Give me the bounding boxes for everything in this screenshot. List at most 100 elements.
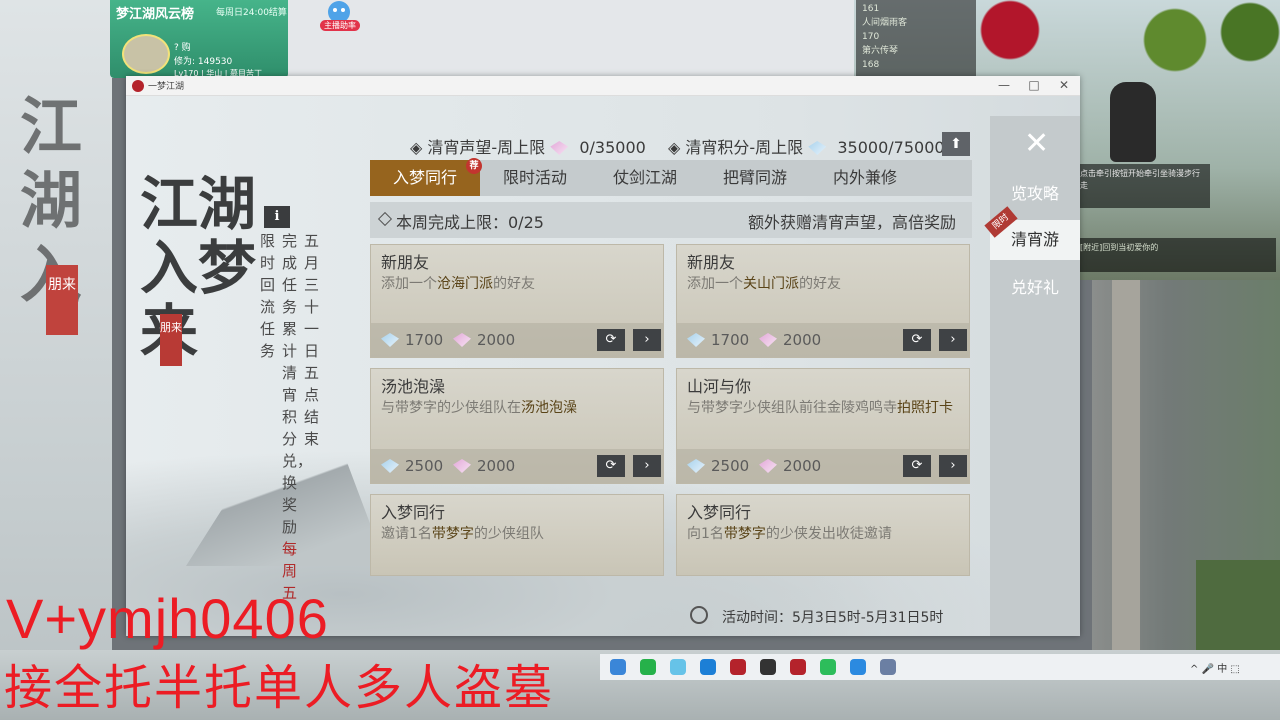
chat-line: [附近]回到当初爱你的	[1080, 243, 1159, 252]
hint-line: 点击牵引按钮开始牵引坐骑漫步行	[1080, 169, 1200, 178]
maximize-button[interactable]: □	[1026, 78, 1042, 92]
refresh-icon[interactable]: ⟳	[903, 455, 931, 477]
points-stat: ◈ 清宵积分-周上限 35000/75000	[668, 134, 945, 158]
rules-column-2: 完成任务累计清宵积分兑，换奖励每周五	[282, 230, 312, 604]
desc-highlight: 带梦字	[723, 526, 766, 542]
webcam-field	[1196, 560, 1280, 660]
tab-travel-together[interactable]: 把臂同游	[700, 160, 810, 196]
app-icon[interactable]	[700, 659, 716, 675]
nav-redeem-gifts[interactable]: 兑好礼	[990, 268, 1080, 308]
app-icon[interactable]	[670, 659, 686, 675]
task-card: 入梦同行 邀请1名带梦字的少侠组队	[370, 494, 664, 576]
minimize-button[interactable]: —	[996, 78, 1012, 92]
app-icon[interactable]	[880, 659, 896, 675]
wechat-icon[interactable]	[820, 659, 836, 675]
app-icon[interactable]	[760, 659, 776, 675]
desc-text: 添加一个	[687, 276, 743, 292]
ranking-card[interactable]: 梦江湖风云榜 每周日24:00结算 ? 购 修为: 149530 Lv170 |…	[110, 0, 288, 78]
reputation-reward: 2000	[453, 331, 515, 349]
reputation-stat: ◈ 清宵声望-周上限 0/35000	[410, 134, 646, 158]
rules-column-3: 限时回流任务	[260, 232, 276, 360]
refresh-icon[interactable]: ⟳	[597, 329, 625, 351]
anchor-label: 主播助率	[320, 20, 360, 31]
event-calligraphy-title: 江湖入梦来	[140, 170, 257, 364]
points-reward-value: 2500	[711, 457, 750, 475]
window-title: 一梦江湖	[148, 82, 185, 92]
desc-text: 与带梦字少侠组队前往金陵鸡鸣寺	[687, 400, 897, 416]
event-panel: 江湖入梦来 朋来 i 五月三十一日五点结束 完成任务累计清宵积分兑，换奖励每周五…	[126, 96, 1080, 636]
upgrade-arrow-icon[interactable]: ⬆	[942, 132, 970, 156]
tab-cultivation[interactable]: 内外兼修	[810, 160, 920, 196]
hud-line: 第六传琴	[862, 46, 899, 56]
hud-line: 人间烟雨客	[862, 18, 908, 28]
points-icon	[381, 459, 399, 473]
points-label: ◈ 清宵积分-周上限	[668, 138, 804, 157]
go-button[interactable]: ›	[939, 455, 967, 477]
app-icon[interactable]	[640, 659, 656, 675]
diamond-icon	[377, 211, 393, 227]
points-reward: 1700	[381, 331, 443, 349]
close-icon[interactable]: ✕	[1024, 126, 1049, 161]
go-button[interactable]: ›	[633, 455, 661, 477]
game-window: 一梦江湖 — □ ✕ 江湖入梦来 朋来 i 五月三十一日五点结束 完成任务累计清…	[126, 76, 1080, 636]
event-period: 活动时间：5月3日5时-5月31日5时	[722, 610, 944, 626]
tab-sword-jianghu[interactable]: 仗剑江湖	[590, 160, 700, 196]
hud-line: 170	[862, 32, 880, 42]
weekly-limit-label: 本周完成上限：0/25	[396, 213, 544, 232]
browser-icon[interactable]	[850, 659, 866, 675]
stream-overlay-contact: V+ymjh0406	[6, 587, 329, 650]
event-rules: 五月三十一日五点结束 完成任务累计清宵积分兑，换奖励每周五 限时回流任务	[260, 230, 322, 602]
task-description: 添加一个沧海门派的好友	[381, 273, 657, 295]
rules-column-1: 五月三十一日五点结束	[304, 232, 320, 448]
points-reward: 1700	[687, 331, 749, 349]
refresh-icon[interactable]: ⟳	[903, 329, 931, 351]
desc-highlight: 汤池泡澡	[521, 400, 577, 416]
points-reward-value: 2500	[405, 457, 444, 475]
windows-start-icon[interactable]	[610, 659, 626, 675]
game-hud-list: 161 人间烟雨客 170 第六传琴 168	[856, 0, 976, 76]
points-value: 35000/75000	[837, 138, 945, 157]
game-app-icon[interactable]	[730, 659, 746, 675]
task-footer: 2500 2000 ⟳ ›	[371, 449, 663, 483]
task-card: 山河与你 与带梦字少侠组队前往金陵鸡鸣寺拍照打卡 2500 2000 ⟳ ›	[676, 368, 970, 484]
task-card: 新朋友 添加一个沧海门派的好友 1700 2000 ⟳ ›	[370, 244, 664, 358]
avatar	[122, 34, 170, 74]
go-button[interactable]: ›	[633, 329, 661, 351]
reputation-reward: 2000	[453, 457, 515, 475]
hud-line: 161	[862, 4, 880, 14]
task-title: 新朋友	[381, 253, 430, 272]
task-title: 新朋友	[687, 253, 736, 272]
reputation-reward-value: 2000	[783, 457, 822, 475]
task-card: 入梦同行 向1名带梦字的少侠发出收徒邀请	[676, 494, 970, 576]
go-button[interactable]: ›	[939, 329, 967, 351]
desc-text: 向1名	[687, 526, 724, 542]
ranking-player-power: 修为: 149530	[174, 57, 233, 67]
taskbar	[600, 654, 1280, 680]
reputation-reward-value: 2000	[477, 457, 516, 475]
desc-text: 的好友	[493, 276, 535, 292]
window-titlebar[interactable]: 一梦江湖 — □ ✕	[126, 76, 1080, 96]
task-description: 邀请1名带梦字的少侠组队	[381, 523, 657, 545]
points-reward-value: 1700	[711, 331, 750, 349]
game-app-icon-active[interactable]	[790, 659, 806, 675]
tab-limited-events[interactable]: 限时活动	[480, 160, 590, 196]
points-reward: 2500	[687, 457, 749, 475]
tab-dream-together[interactable]: 入梦同行	[370, 160, 480, 196]
desc-highlight: 拍照打卡	[897, 400, 953, 416]
ranking-refresh-time: 每周日24:00结算	[216, 8, 287, 18]
reputation-label: ◈ 清宵声望-周上限	[410, 138, 546, 157]
points-reward-value: 1700	[405, 331, 444, 349]
stream-overlay-service: 接全托半托单人多人盗墓	[4, 660, 555, 716]
info-icon[interactable]: i	[264, 206, 290, 228]
close-window-button[interactable]: ✕	[1056, 78, 1072, 92]
weekly-limit-bar: 本周完成上限：0/25 额外获赠清宵声望，高倍奖励	[370, 202, 972, 238]
task-title: 入梦同行	[381, 503, 446, 522]
app-logo-icon	[132, 80, 144, 92]
event-stamp: 朋来	[160, 314, 182, 366]
reputation-icon	[759, 333, 777, 347]
desc-highlight: 沧海门派	[437, 276, 493, 292]
task-title: 汤池泡澡	[381, 377, 446, 396]
refresh-icon[interactable]: ⟳	[597, 455, 625, 477]
desc-highlight: 带梦字	[431, 526, 474, 542]
system-tray[interactable]: ^ 🎤 中 ⬚	[1190, 660, 1240, 675]
